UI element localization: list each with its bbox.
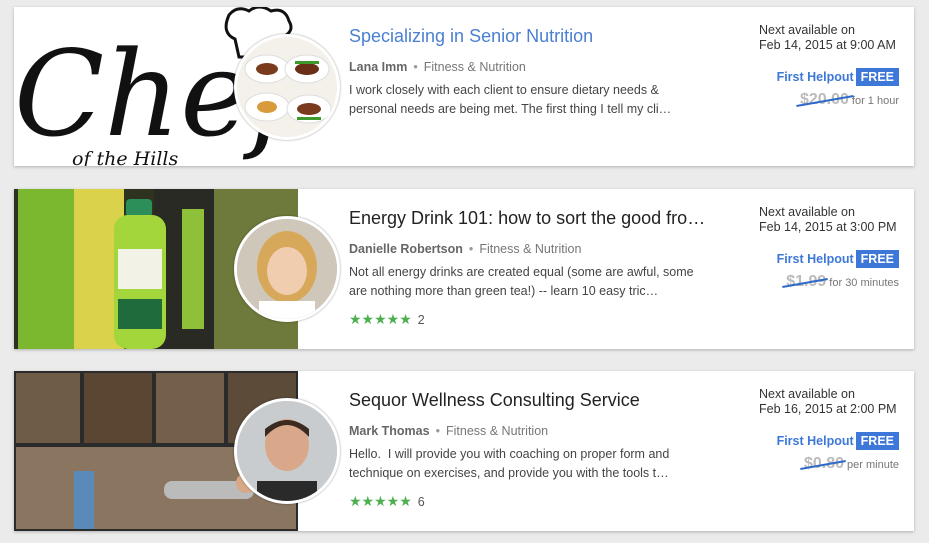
listing-card[interactable]: Energy Drink 101: how to sort the good f… — [14, 189, 914, 349]
listing-description: I work closely with each client to ensur… — [349, 83, 672, 116]
category-label: Fitness & Nutrition — [445, 424, 549, 438]
listing-card[interactable]: Sequor Wellness Consulting Service Mark … — [14, 371, 914, 531]
provider-name[interactable]: Danielle Robertson — [349, 242, 463, 256]
listing-card[interactable]: Chef of the Hills Specializing in Senior… — [14, 7, 914, 166]
next-available-label: Next available on — [759, 23, 855, 37]
avatar[interactable] — [234, 34, 340, 140]
listing-byline: Danielle Robertson • Fitness & Nutrition — [349, 242, 709, 256]
rating: ★★★★★ 6 — [349, 493, 709, 510]
food-plates-image — [244, 54, 332, 124]
price: $1.99for 30 minutes — [729, 273, 899, 291]
next-available-date: Feb 16, 2015 at 2:00 PM — [759, 402, 897, 416]
price-unit: for 1 hour — [851, 95, 899, 107]
provider-name[interactable]: Mark Thomas — [349, 424, 430, 438]
listing-description: Not all energy drinks are created equal … — [349, 265, 694, 298]
separator-dot: • — [413, 60, 418, 74]
profile-photo-image — [237, 401, 337, 501]
free-badge: FREE — [855, 432, 899, 450]
next-available-date: Feb 14, 2015 at 9:00 AM — [759, 38, 896, 52]
next-available-date: Feb 14, 2015 at 3:00 PM — [759, 220, 897, 234]
category-label: Fitness & Nutrition — [423, 60, 526, 74]
listing-byline: Mark Thomas • Fitness & Nutrition — [349, 424, 709, 438]
listing-description: Hello. I will provide you with coaching … — [349, 447, 670, 480]
price: $0.80per minute — [729, 455, 899, 473]
availability: Next available on Feb 14, 2015 at 3:00 P… — [729, 205, 899, 235]
listing-byline: Lana Imm • Fitness & Nutrition — [349, 60, 709, 74]
next-available-label: Next available on — [759, 387, 855, 401]
first-helpout-label: First Helpout — [776, 434, 854, 448]
rating-count: 6 — [417, 495, 425, 509]
first-helpout-label: First Helpout — [776, 70, 854, 84]
avatar[interactable] — [234, 216, 340, 322]
separator-dot: • — [468, 242, 474, 256]
rating-stars: ★★★★★ — [349, 311, 412, 327]
availability: Next available on Feb 16, 2015 at 2:00 P… — [729, 387, 899, 417]
old-price: $20.00 — [796, 91, 854, 109]
next-available-label: Next available on — [759, 205, 855, 219]
first-helpout-offer: First Helpout FREE — [729, 68, 899, 86]
free-badge: FREE — [855, 68, 899, 86]
avatar[interactable] — [234, 398, 340, 504]
category-label: Fitness & Nutrition — [479, 242, 582, 256]
old-price: $0.80 — [800, 455, 846, 473]
separator-dot: • — [435, 424, 440, 438]
provider-name[interactable]: Lana Imm — [349, 60, 407, 74]
price: $20.00for 1 hour — [729, 91, 899, 109]
first-helpout-label: First Helpout — [776, 252, 854, 266]
first-helpout-offer: First Helpout FREE — [729, 250, 899, 268]
first-helpout-offer: First Helpout FREE — [729, 432, 899, 450]
free-badge: FREE — [855, 250, 899, 268]
listing-title[interactable]: Sequor Wellness Consulting Service — [349, 389, 709, 411]
rating: ★★★★★ 2 — [349, 311, 709, 328]
listing-title[interactable]: Energy Drink 101: how to sort the good f… — [349, 207, 709, 229]
price-unit: for 30 minutes — [829, 277, 899, 289]
availability: Next available on Feb 14, 2015 at 9:00 A… — [729, 23, 899, 53]
profile-photo-image — [237, 219, 337, 319]
listing-title[interactable]: Specializing in Senior Nutrition — [349, 25, 709, 47]
chef-logo-subtext: of the Hills — [72, 148, 178, 166]
price-unit: per minute — [847, 459, 899, 471]
rating-stars: ★★★★★ — [349, 493, 412, 509]
old-price: $1.99 — [782, 273, 829, 291]
rating-count: 2 — [417, 313, 425, 327]
